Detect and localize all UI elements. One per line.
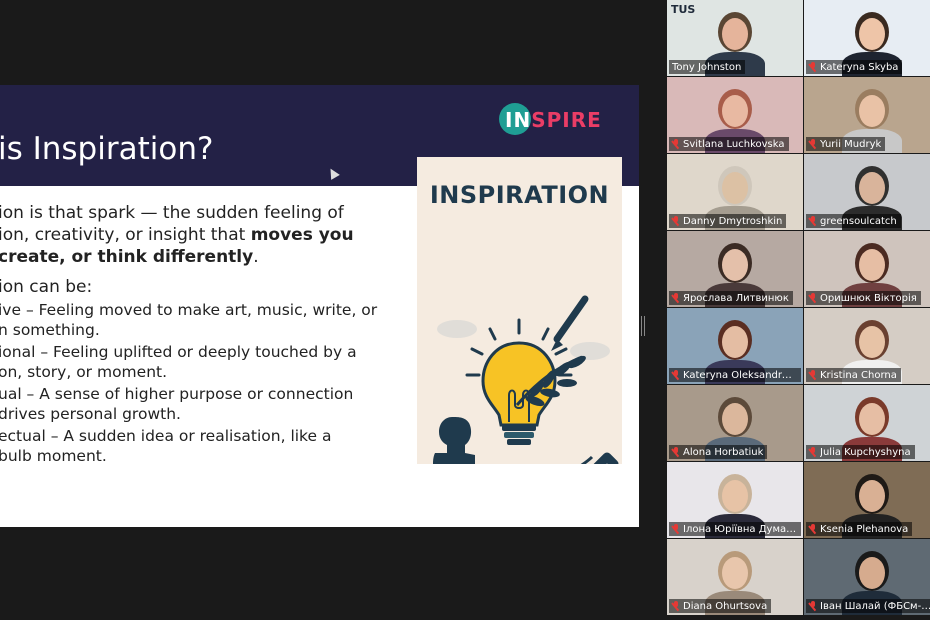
participant-face — [859, 326, 885, 358]
participant-tile[interactable]: Danny Dmytroshkin — [667, 154, 803, 230]
slide-bullet-item: ional – Feeling uplifted or deeply touch… — [0, 343, 357, 381]
participant-face — [859, 557, 885, 589]
mic-muted-icon — [809, 62, 817, 72]
participant-name: Alona Horbatiuk — [683, 446, 764, 458]
mic-muted-icon — [809, 447, 817, 457]
participant-face — [722, 249, 748, 281]
participant-name-tag: Kristina Chorna — [806, 368, 901, 382]
participant-name-tag: greensoulcatch — [806, 214, 901, 228]
participant-name: Ksenia Plehanova — [820, 523, 909, 535]
participant-name-tag: Ілона Юріївна Думанська — [669, 522, 801, 536]
participant-tile[interactable]: Julia Kupchyshyna — [804, 385, 930, 461]
panel-resize-handle[interactable] — [641, 316, 645, 336]
participant-name-tag: Іван Шалай (ФБСм-24-1) — [806, 599, 930, 613]
inspire-logo: INSPIRE — [499, 102, 609, 136]
participant-face — [859, 95, 885, 127]
participant-name: Іван Шалай (ФБСм-24-1) — [820, 600, 930, 612]
participant-tile[interactable]: Alona Horbatiuk — [667, 385, 803, 461]
participant-tile[interactable]: Kateryna Oleksandrenko — [667, 308, 803, 384]
slide-paragraph-definition: ion is that spark — the sudden feeling o… — [0, 203, 354, 267]
participant-name-tag: Alona Horbatiuk — [669, 445, 768, 459]
slide-body: ion is that spark — the sudden feeling o… — [0, 202, 398, 466]
mic-muted-icon — [672, 370, 680, 380]
participant-tile[interactable]: Оришнюк Вікторія — [804, 231, 930, 307]
slide-bullet-item: ectual – A sudden idea or realisation, l… — [0, 427, 332, 465]
participant-name: greensoulcatch — [820, 215, 897, 227]
participant-face — [722, 326, 748, 358]
participant-face — [722, 172, 748, 204]
participant-tile[interactable]: Kristina Chorna — [804, 308, 930, 384]
participant-tile[interactable]: Kateryna Skyba — [804, 0, 930, 76]
participant-face — [859, 403, 885, 435]
participant-name-tag: Оришнюк Вікторія — [806, 291, 921, 305]
participant-face — [859, 480, 885, 512]
participant-name: Ілона Юріївна Думанська — [683, 523, 797, 535]
slide-paragraph-types: ion can be: — [0, 277, 93, 297]
participant-name-tag: Yurii Mudryk — [806, 137, 886, 151]
participant-face — [859, 18, 885, 50]
mic-muted-icon — [672, 447, 680, 457]
participant-tile[interactable]: Svitlana Luchkovska — [667, 77, 803, 153]
participant-tile[interactable]: Іван Шалай (ФБСм-24-1) — [804, 539, 930, 615]
mic-muted-icon — [672, 216, 680, 226]
participant-face — [722, 95, 748, 127]
participant-tile[interactable]: greensoulcatch — [804, 154, 930, 230]
mic-muted-icon — [809, 216, 817, 226]
participant-tile[interactable]: Diana Ohurtsova — [667, 539, 803, 615]
meeting-window: is Inspiration? INSPIRE ion is that spar… — [0, 0, 930, 620]
leaf-branch-icon — [515, 295, 589, 407]
participant-name: Danny Dmytroshkin — [683, 215, 783, 227]
mic-muted-icon — [672, 139, 680, 149]
participant-face — [722, 557, 748, 589]
mic-muted-icon — [809, 293, 817, 303]
participant-name: Diana Ohurtsova — [683, 600, 768, 612]
participant-name: Kateryna Skyba — [820, 61, 899, 73]
participant-name: Kateryna Oleksandrenko — [683, 369, 797, 381]
slide-bullet-item: ive – Feeling moved to make art, music, … — [0, 301, 378, 339]
participant-name: Оришнюк Вікторія — [820, 292, 917, 304]
participant-face — [722, 18, 748, 50]
slide-bullet-item: ual – A sense of higher purpose or conne… — [0, 385, 354, 423]
participant-name: Yurii Mudryk — [820, 138, 882, 150]
participant-name: Tony Johnston — [672, 61, 742, 73]
participant-name-tag: Kateryna Oleksandrenko — [669, 368, 801, 382]
participant-name-tag: Kateryna Skyba — [806, 60, 903, 74]
shared-screen-slide: is Inspiration? INSPIRE ion is that spar… — [0, 85, 639, 527]
mic-muted-icon — [809, 524, 817, 534]
participant-name: Ярослава Литвинюк — [683, 292, 789, 304]
participant-tile[interactable]: Ksenia Plehanova — [804, 462, 930, 538]
participant-name-tag: Ksenia Plehanova — [806, 522, 913, 536]
participant-name-tag: Ярослава Литвинюк — [669, 291, 793, 305]
participant-name: Svitlana Luchkovska — [683, 138, 785, 150]
mic-muted-icon — [672, 601, 680, 611]
inspiration-illustration: INSPIRATION — [417, 157, 622, 464]
participant-name-tag: Svitlana Luchkovska — [669, 137, 789, 151]
participant-name-tag: Tony Johnston — [669, 60, 746, 74]
participant-name: Julia Kupchyshyna — [820, 446, 911, 458]
participant-face — [722, 403, 748, 435]
participant-face — [722, 480, 748, 512]
participant-face — [859, 172, 885, 204]
participant-tile[interactable]: Ілона Юріївна Думанська — [667, 462, 803, 538]
slide-bullet-list: ive – Feeling moved to make art, music, … — [0, 300, 398, 466]
mic-muted-icon — [672, 293, 680, 303]
mic-muted-icon — [809, 139, 817, 149]
participant-tile[interactable]: Ярослава Литвинюк — [667, 231, 803, 307]
mic-muted-icon — [809, 370, 817, 380]
mic-muted-icon — [672, 524, 680, 534]
participant-tile[interactable]: Yurii Mudryk — [804, 77, 930, 153]
participant-name-tag: Julia Kupchyshyna — [806, 445, 915, 459]
participant-name-tag: Danny Dmytroshkin — [669, 214, 787, 228]
participant-face — [859, 249, 885, 281]
participant-name-tag: Diana Ohurtsova — [669, 599, 772, 613]
participant-tile[interactable]: TUS Tony Johnston — [667, 0, 803, 76]
slide-title: is Inspiration? — [0, 131, 214, 167]
participant-name: Kristina Chorna — [820, 369, 897, 381]
tus-logo: TUS — [671, 3, 696, 16]
mic-muted-icon — [809, 601, 817, 611]
